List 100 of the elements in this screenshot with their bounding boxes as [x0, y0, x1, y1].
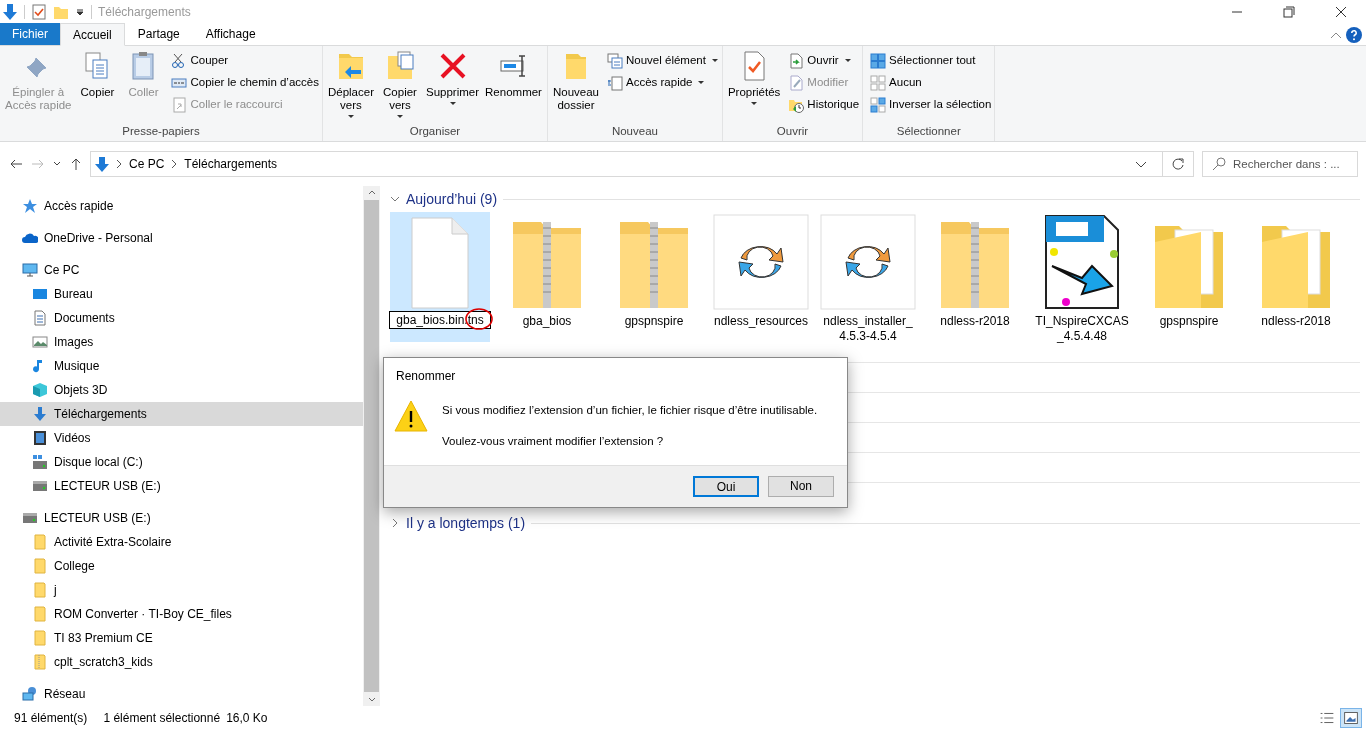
ribbon-button[interactable]: Copier le chemin d’accès	[171, 72, 319, 93]
network-icon	[22, 686, 38, 702]
ribbon-button[interactable]: Nouveau dossier	[550, 50, 601, 112]
folder-icon	[32, 606, 48, 622]
breadcrumb[interactable]: Ce PC	[129, 155, 165, 173]
search-icon	[1212, 157, 1226, 171]
group-header[interactable]: Aujourd’hui (9)	[406, 188, 498, 210]
dialog-title: Renommer	[395, 368, 457, 385]
nav-item[interactable]: Musique	[0, 354, 363, 378]
file-tile[interactable]: ndless_installer_4.5.3-4.5.4	[818, 212, 918, 342]
ribbon-button[interactable]: Copier vers	[378, 50, 422, 119]
nav-item[interactable]: Images	[0, 330, 363, 354]
sync-arrows-icon	[713, 214, 809, 310]
caret-icon	[697, 80, 706, 85]
group-label: Organiser	[408, 124, 462, 139]
caret-icon[interactable]	[75, 7, 85, 17]
drive-icon	[32, 478, 48, 494]
nav-item[interactable]: Bureau	[0, 282, 363, 306]
ribbon-button[interactable]: Accès rapide	[607, 72, 719, 93]
nav-item[interactable]: Accès rapide	[0, 194, 363, 218]
nav-item[interactable]: Activité Extra-Scolaire	[0, 530, 363, 554]
caret-icon	[448, 101, 457, 106]
group-label: Presse-papiers	[121, 124, 201, 139]
group-label: Nouveau	[610, 124, 659, 139]
help-icon[interactable]	[1346, 26, 1362, 43]
nav-item[interactable]: Objets 3D	[0, 378, 363, 402]
dialog-question: Voulez-vous vraiment modifier l’extension ?	[442, 434, 665, 450]
nav-item[interactable]: College	[0, 554, 363, 578]
file-tile[interactable]: gpspnspire	[604, 212, 704, 342]
chevron-right-icon[interactable]	[390, 518, 400, 528]
checklist-icon[interactable]	[31, 4, 47, 20]
chevron-right-icon	[170, 159, 179, 169]
ribbon-tab[interactable]: Affichage	[192, 23, 269, 45]
cube-icon	[32, 382, 48, 398]
ribbon-button[interactable]: Déplacer vers	[325, 50, 376, 119]
nav-item[interactable]: LECTEUR USB (E:)	[0, 506, 363, 530]
edit-icon	[788, 74, 805, 91]
ribbon-button[interactable]: Nouvel élément	[607, 50, 719, 71]
folder-icon	[32, 558, 48, 574]
chevron-down-icon[interactable]	[390, 194, 400, 204]
invert-selection-icon	[870, 96, 887, 113]
nav-item[interactable]: Documents	[0, 306, 363, 330]
chevron-right-icon	[115, 159, 123, 169]
ribbon-button[interactable]: Sélectionner tout	[870, 50, 992, 71]
file-tile[interactable]: ndless-r2018	[925, 212, 1025, 342]
item-count: 91 élément(s)	[14, 710, 88, 727]
ribbon-button[interactable]: Historique	[788, 94, 860, 115]
nav-item[interactable]: LECTEUR USB (E:)	[0, 474, 363, 498]
nav-item[interactable]: TI 83 Premium CE	[0, 626, 363, 650]
nav-item[interactable]: Ce PC	[0, 258, 363, 282]
ribbon-button[interactable]: Couper	[171, 50, 319, 71]
folder-icon	[32, 534, 48, 550]
scrollbar[interactable]	[363, 186, 380, 706]
address-field[interactable]: Ce PC Téléchargements	[90, 151, 1194, 177]
file-name: gpspnspire	[1158, 314, 1220, 329]
dialog-button[interactable]: Non	[768, 475, 834, 497]
nav-item[interactable]: OneDrive - Personal	[0, 226, 363, 250]
nav-item[interactable]: Téléchargements	[0, 402, 363, 426]
file-tile[interactable]: gba_bios	[497, 212, 597, 342]
ribbon-tab[interactable]: Partage	[124, 23, 193, 45]
zip-folder-icon	[32, 654, 48, 670]
ribbon-button[interactable]: Supprimer	[424, 50, 482, 106]
dialog-button[interactable]: Oui	[693, 475, 759, 497]
ribbon-button[interactable]: Copier	[75, 50, 120, 99]
group-label: Ouvrir	[775, 124, 810, 139]
download-arrow-icon[interactable]	[2, 3, 18, 21]
group-label: Sélectionner	[895, 124, 962, 139]
search-field[interactable]: Rechercher dans : ...	[1202, 151, 1358, 177]
nav-item[interactable]: Réseau	[0, 682, 363, 706]
breadcrumb[interactable]: Téléchargements	[184, 155, 278, 173]
nav-item[interactable]: Disque local (C:)	[0, 450, 363, 474]
nav-item[interactable]: j	[0, 578, 363, 602]
file-tile[interactable]: TI_NspireCXCAS_4.5.4.48	[1032, 212, 1132, 342]
nav-item[interactable]: Vidéos	[0, 426, 363, 450]
warning-icon	[394, 400, 428, 432]
group-header[interactable]: Il y a longtemps (1)	[406, 512, 526, 534]
drive-icon	[22, 510, 38, 526]
ribbon-tab[interactable]: Accueil	[60, 23, 125, 46]
caret-icon	[750, 101, 759, 106]
ribbon-button[interactable]: Aucun	[870, 72, 992, 93]
file-tile[interactable]: ndless-r2018	[1246, 212, 1346, 342]
view-toggle[interactable]	[1340, 708, 1362, 728]
caret-icon	[396, 114, 404, 119]
nav-item[interactable]: ROM Converter · TI-Boy CE_files	[0, 602, 363, 626]
selection-count: 1 élément sélectionné	[103, 710, 221, 727]
film-icon	[32, 430, 48, 446]
new-item-icon	[607, 52, 623, 69]
ribbon-button[interactable]: Renommer	[483, 50, 544, 99]
file-name: ndless_resources	[712, 314, 810, 329]
nav-item[interactable]: cplt_scratch3_kids	[0, 650, 363, 674]
ribbon-button[interactable]: Inverser la sélection	[870, 94, 992, 115]
scrollbar-thumb[interactable]	[364, 200, 379, 692]
file-name: ndless_installer_4.5.3-4.5.4	[822, 314, 914, 344]
file-tab[interactable]: Fichier	[0, 23, 60, 45]
file-tile[interactable]: ndless_resources	[711, 212, 811, 342]
file-tile[interactable]: gpspnspire	[1139, 212, 1239, 342]
ribbon-button[interactable]: Ouvrir	[788, 50, 860, 71]
image-icon	[32, 334, 48, 350]
select-all-icon	[870, 52, 887, 69]
ribbon-button[interactable]: Propriétés	[725, 50, 783, 106]
